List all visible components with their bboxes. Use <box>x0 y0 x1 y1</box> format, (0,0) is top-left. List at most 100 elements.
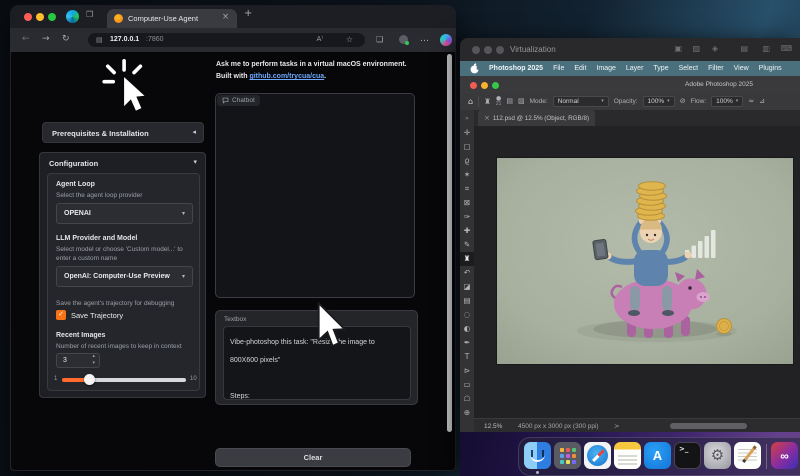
recent-images-number-input[interactable]: 3 ▴ ▾ <box>56 353 100 368</box>
dock-textedit-icon[interactable] <box>734 442 761 469</box>
vm-control-keyboard-icon[interactable]: ⌨ <box>780 45 792 53</box>
vm-control-screenshot-icon[interactable]: ▨ <box>692 45 700 53</box>
tool-object-selection-icon[interactable]: ✶ <box>460 168 474 182</box>
tool-history-brush-icon[interactable]: ↶ <box>460 266 474 280</box>
read-aloud-icon[interactable]: A⁾ <box>316 36 323 43</box>
tool-dodge-icon[interactable]: ◐ <box>460 322 474 336</box>
ps-close-button[interactable] <box>470 82 477 89</box>
vm-zoom-button[interactable] <box>496 46 504 54</box>
browser-tab-active[interactable]: Computer-Use Agent × <box>107 9 237 28</box>
tool-brush-icon[interactable]: ✎ <box>460 238 474 252</box>
zoom-level[interactable]: 12.5% <box>484 423 502 430</box>
menu-item-view[interactable]: View <box>734 65 749 72</box>
flow-select[interactable]: 100% ▾ <box>711 96 743 107</box>
tool-frame-icon[interactable]: ⊠ <box>460 196 474 210</box>
opacity-select[interactable]: 100% ▾ <box>643 96 675 107</box>
vm-control-capture-icon[interactable]: ▣ <box>674 45 682 53</box>
menu-item-type[interactable]: Type <box>653 65 668 72</box>
tool-path-select-icon[interactable]: ⊳ <box>460 364 474 378</box>
accordion-prerequisites[interactable]: Prerequisites & Installation ◂ <box>42 122 204 143</box>
status-chevron-icon[interactable]: > <box>614 423 619 430</box>
apple-menu-icon[interactable] <box>470 63 479 74</box>
new-tab-button[interactable]: + <box>244 9 252 19</box>
llm-dropdown[interactable]: OpenAI: Computer-Use Preview ▾ <box>56 266 193 287</box>
tool-move-icon[interactable]: ✛ <box>460 126 474 140</box>
dock-finder-icon[interactable] <box>524 442 551 469</box>
menu-item-image[interactable]: Image <box>596 65 615 72</box>
smoothing-icon[interactable]: ⊿ <box>759 98 765 105</box>
menu-item-file[interactable]: File <box>553 65 564 72</box>
menu-item-plugins[interactable]: Plugins <box>759 65 782 72</box>
menu-item-layer[interactable]: Layer <box>626 65 644 72</box>
tool-gradient-icon[interactable]: ▤ <box>460 294 474 308</box>
vm-control-display-icon[interactable]: ▥ <box>762 45 770 53</box>
dock-terminal-icon[interactable]: >_ <box>674 442 701 469</box>
repo-link[interactable]: github.com/trycua/cua <box>249 73 324 80</box>
toolbar-collapse-icon[interactable]: » <box>460 112 474 126</box>
clone-source-panel-icon[interactable]: ▨ <box>518 98 525 105</box>
menu-item-edit[interactable]: Edit <box>574 65 586 72</box>
mode-select[interactable]: Normal ▾ <box>553 96 609 107</box>
tool-hand-icon[interactable]: ☖ <box>460 392 474 406</box>
address-bar[interactable]: ▤ 127.0.0.1 :7860 A⁾ ☆ <box>88 33 365 47</box>
ps-minimize-button[interactable] <box>481 82 488 89</box>
tool-eyedropper-icon[interactable]: ✑ <box>460 210 474 224</box>
bookmark-star-icon[interactable]: ☆ <box>346 36 353 44</box>
tab-close-icon[interactable]: × <box>222 13 229 22</box>
reload-icon[interactable]: ↻ <box>62 33 70 46</box>
menu-ellipsis-icon[interactable]: … <box>420 33 429 46</box>
recent-images-slider[interactable] <box>62 378 186 382</box>
save-trajectory-checkbox[interactable]: ✓ <box>56 310 66 320</box>
vm-minimize-button[interactable] <box>484 46 492 54</box>
brush-settings-panel-icon[interactable]: ▤ <box>506 98 513 105</box>
browser-essentials-icon[interactable] <box>399 35 408 44</box>
menu-item-select[interactable]: Select <box>679 65 698 72</box>
document-tab-close-icon[interactable]: × <box>484 115 490 122</box>
window-minimize-button[interactable] <box>36 13 44 21</box>
tool-marquee-icon[interactable]: ▢ <box>460 140 474 154</box>
dock-safari-icon[interactable] <box>584 442 611 469</box>
menubar-app-name[interactable]: Photoshop 2025 <box>489 65 543 72</box>
dock-settings-icon[interactable]: ⚙ <box>704 442 731 469</box>
accordion-configuration-label[interactable]: Configuration <box>49 159 98 168</box>
window-close-button[interactable] <box>24 13 32 21</box>
dock-creative-cloud-icon[interactable]: ∞ <box>771 442 798 469</box>
menu-item-filter[interactable]: Filter <box>708 65 724 72</box>
site-info-icon[interactable]: ▤ <box>96 37 103 44</box>
tool-blur-icon[interactable]: ◌ <box>460 308 474 322</box>
document-tab[interactable]: × 112.psd @ 12.5% (Object, RGB/8) <box>478 110 595 126</box>
vm-close-button[interactable] <box>472 46 480 54</box>
split-screen-icon[interactable]: ❏ <box>376 33 383 46</box>
stepper-up-icon[interactable]: ▴ <box>92 354 95 359</box>
tool-pen-icon[interactable]: ✒ <box>460 336 474 350</box>
pressure-opacity-icon[interactable]: ⊘ <box>680 98 686 105</box>
ps-canvas-area[interactable] <box>474 126 800 418</box>
tool-type-icon[interactable]: T <box>460 350 474 364</box>
forward-icon[interactable]: → <box>42 33 50 46</box>
horizontal-scrollbar[interactable] <box>670 423 747 429</box>
back-icon[interactable]: ← <box>22 33 30 46</box>
tool-shape-icon[interactable]: ▭ <box>460 378 474 392</box>
tool-zoom-icon[interactable]: ⊕ <box>460 406 474 420</box>
tool-eraser-icon[interactable]: ◪ <box>460 280 474 294</box>
tool-crop-icon[interactable]: ⌗ <box>460 182 474 196</box>
dock-appstore-icon[interactable]: A <box>644 442 671 469</box>
ps-home-icon[interactable]: ⌂ <box>468 98 473 106</box>
vm-control-grid-icon[interactable]: ▤ <box>740 45 748 53</box>
tool-lasso-icon[interactable]: ϱ <box>460 154 474 168</box>
edge-logo-icon[interactable] <box>66 10 79 23</box>
agent-loop-dropdown[interactable]: OPENAI ▾ <box>56 203 193 224</box>
airbrush-icon[interactable]: ≈ <box>748 98 754 105</box>
vm-control-layers-icon[interactable]: ◈ <box>712 45 718 53</box>
copilot-icon[interactable] <box>440 34 452 46</box>
stepper-down-icon[interactable]: ▾ <box>92 361 95 366</box>
dock-launchpad-icon[interactable] <box>554 442 581 469</box>
clear-button[interactable]: Clear <box>215 448 411 467</box>
ps-zoom-button[interactable] <box>492 82 499 89</box>
tab-overview-icon[interactable]: ❒ <box>86 11 93 19</box>
tool-clone-stamp-icon[interactable]: ♜ <box>460 252 474 266</box>
slider-handle[interactable] <box>84 374 95 385</box>
current-tool-stamp-icon[interactable]: ♜ <box>484 98 491 106</box>
window-zoom-button[interactable] <box>48 13 56 21</box>
dock-notes-icon[interactable] <box>614 442 641 469</box>
